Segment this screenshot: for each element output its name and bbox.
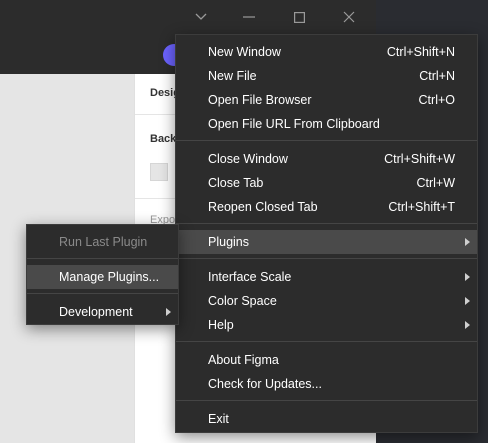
- menu-item-help[interactable]: Help: [176, 313, 477, 337]
- menu-item-label: Open File Browser: [208, 93, 312, 107]
- menu-item-shortcut: Ctrl+W: [416, 176, 455, 190]
- menu-item-about[interactable]: About Figma: [176, 348, 477, 372]
- menu-item-open-file-url[interactable]: Open File URL From Clipboard: [176, 112, 477, 136]
- menu-item-label: Open File URL From Clipboard: [208, 117, 380, 131]
- menu-item-label: Plugins: [208, 235, 249, 249]
- submenu-arrow-icon: [166, 308, 171, 316]
- menu-item-check-updates[interactable]: Check for Updates...: [176, 372, 477, 396]
- submenu-arrow-icon: [465, 238, 470, 246]
- menu-item-label: Reopen Closed Tab: [208, 200, 318, 214]
- background-color-swatch[interactable]: [150, 163, 168, 181]
- menu-item-label: New File: [208, 69, 257, 83]
- menu-item-reopen-closed-tab[interactable]: Reopen Closed Tab Ctrl+Shift+T: [176, 195, 477, 219]
- background-section-label: Back: [150, 133, 177, 145]
- menu-item-close-window[interactable]: Close Window Ctrl+Shift+W: [176, 147, 477, 171]
- menu-separator: [27, 258, 178, 259]
- menu-item-label: Development: [59, 305, 133, 319]
- menu-item-label: Interface Scale: [208, 270, 292, 284]
- menu-item-label: Help: [208, 318, 234, 332]
- menu-item-shortcut: Ctrl+N: [419, 69, 455, 83]
- main-menu: New Window Ctrl+Shift+N New File Ctrl+N …: [175, 34, 478, 433]
- menu-separator: [176, 400, 477, 401]
- menu-item-shortcut: Ctrl+Shift+N: [386, 45, 455, 59]
- chevron-down-icon[interactable]: [177, 0, 225, 34]
- menu-separator: [27, 293, 178, 294]
- menu-item-label: Check for Updates...: [208, 377, 322, 391]
- menu-item-label: Color Space: [208, 294, 277, 308]
- menu-item-label: Run Last Plugin: [59, 235, 148, 249]
- menu-item-color-space[interactable]: Color Space: [176, 289, 477, 313]
- menu-item-close-tab[interactable]: Close Tab Ctrl+W: [176, 171, 477, 195]
- submenu-arrow-icon: [465, 297, 470, 305]
- menu-separator: [176, 223, 477, 224]
- menu-item-shortcut: Ctrl+Shift+W: [384, 152, 455, 166]
- title-bar: [0, 0, 376, 34]
- menu-item-label: Close Tab: [208, 176, 264, 190]
- menu-item-new-window[interactable]: New Window Ctrl+Shift+N: [176, 40, 477, 64]
- menu-item-shortcut: Ctrl+Shift+T: [388, 200, 455, 214]
- menu-item-new-file[interactable]: New File Ctrl+N: [176, 64, 477, 88]
- menu-item-label: Exit: [208, 412, 229, 426]
- maximize-icon[interactable]: [275, 0, 323, 34]
- submenu-item-run-last-plugin: Run Last Plugin: [27, 230, 178, 254]
- menu-item-plugins[interactable]: Plugins: [176, 230, 477, 254]
- menu-separator: [176, 140, 477, 141]
- menu-item-exit[interactable]: Exit: [176, 407, 477, 431]
- submenu-arrow-icon: [465, 321, 470, 329]
- submenu-item-development[interactable]: Development: [27, 300, 178, 324]
- close-icon[interactable]: [325, 0, 373, 34]
- menu-item-shortcut: Ctrl+O: [418, 93, 455, 107]
- menu-item-label: New Window: [208, 45, 281, 59]
- menu-separator: [176, 341, 477, 342]
- menu-item-open-file-browser[interactable]: Open File Browser Ctrl+O: [176, 88, 477, 112]
- menu-separator: [176, 258, 477, 259]
- menu-item-label: About Figma: [208, 353, 279, 367]
- submenu-item-manage-plugins[interactable]: Manage Plugins...: [27, 265, 178, 289]
- menu-item-interface-scale[interactable]: Interface Scale: [176, 265, 477, 289]
- menu-item-label: Close Window: [208, 152, 288, 166]
- minimize-icon[interactable]: [225, 0, 273, 34]
- plugins-submenu: Run Last Plugin Manage Plugins... Develo…: [26, 224, 179, 325]
- menu-item-label: Manage Plugins...: [59, 270, 160, 284]
- submenu-arrow-icon: [465, 273, 470, 281]
